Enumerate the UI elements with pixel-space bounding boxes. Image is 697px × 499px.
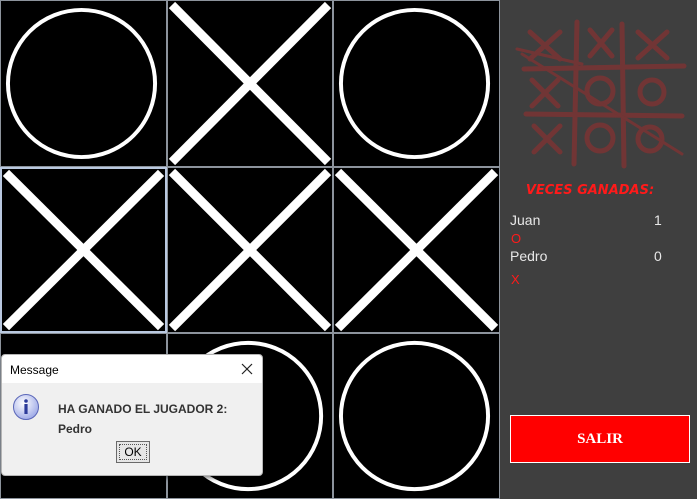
player-2-name: Pedro bbox=[510, 248, 548, 264]
tic-tac-toe-logo-icon bbox=[515, 19, 687, 169]
board-cell-5[interactable] bbox=[167, 167, 333, 333]
dialog-message-line-1: HA GANADO EL JUGADOR 2: bbox=[58, 402, 228, 416]
player-1-symbol: O bbox=[511, 231, 522, 246]
board-cell-3[interactable] bbox=[333, 0, 500, 167]
dialog-titlebar[interactable]: Message bbox=[2, 355, 262, 383]
player-1-name: Juan bbox=[510, 212, 541, 228]
dialog-title: Message bbox=[10, 363, 59, 377]
board-cell-1[interactable] bbox=[0, 0, 167, 167]
info-icon bbox=[13, 394, 39, 420]
board-cell-2[interactable] bbox=[167, 0, 333, 167]
player-2-symbol: X bbox=[511, 272, 520, 287]
sidebar: VECES GANADAS: Juan 1 O Pedro 0 X SALIR bbox=[500, 0, 697, 499]
dialog-message-line-2: Pedro bbox=[58, 422, 93, 436]
x-mark-icon bbox=[334, 168, 499, 332]
board-cell-4[interactable] bbox=[0, 167, 167, 333]
board-cell-6[interactable] bbox=[333, 167, 500, 333]
x-mark-icon bbox=[168, 168, 332, 332]
wins-title: VECES GANADAS: bbox=[525, 183, 655, 198]
player-1-score: 1 bbox=[654, 212, 662, 228]
o-mark-icon bbox=[338, 340, 491, 492]
exit-button[interactable]: SALIR bbox=[510, 415, 690, 463]
board-cell-9[interactable] bbox=[333, 333, 500, 499]
o-mark-icon bbox=[5, 7, 158, 160]
x-mark-icon bbox=[168, 1, 332, 166]
player-2-score: 0 bbox=[654, 248, 662, 264]
o-mark-icon bbox=[338, 7, 491, 160]
dialog-message: HA GANADO EL JUGADOR 2: Pedro bbox=[58, 399, 258, 439]
message-dialog: Message HA GANADO EL JUGADOR 2: Pedro OK bbox=[1, 354, 263, 476]
close-icon[interactable] bbox=[236, 358, 258, 380]
x-mark-icon bbox=[2, 169, 165, 331]
ok-button[interactable]: OK bbox=[116, 441, 150, 463]
